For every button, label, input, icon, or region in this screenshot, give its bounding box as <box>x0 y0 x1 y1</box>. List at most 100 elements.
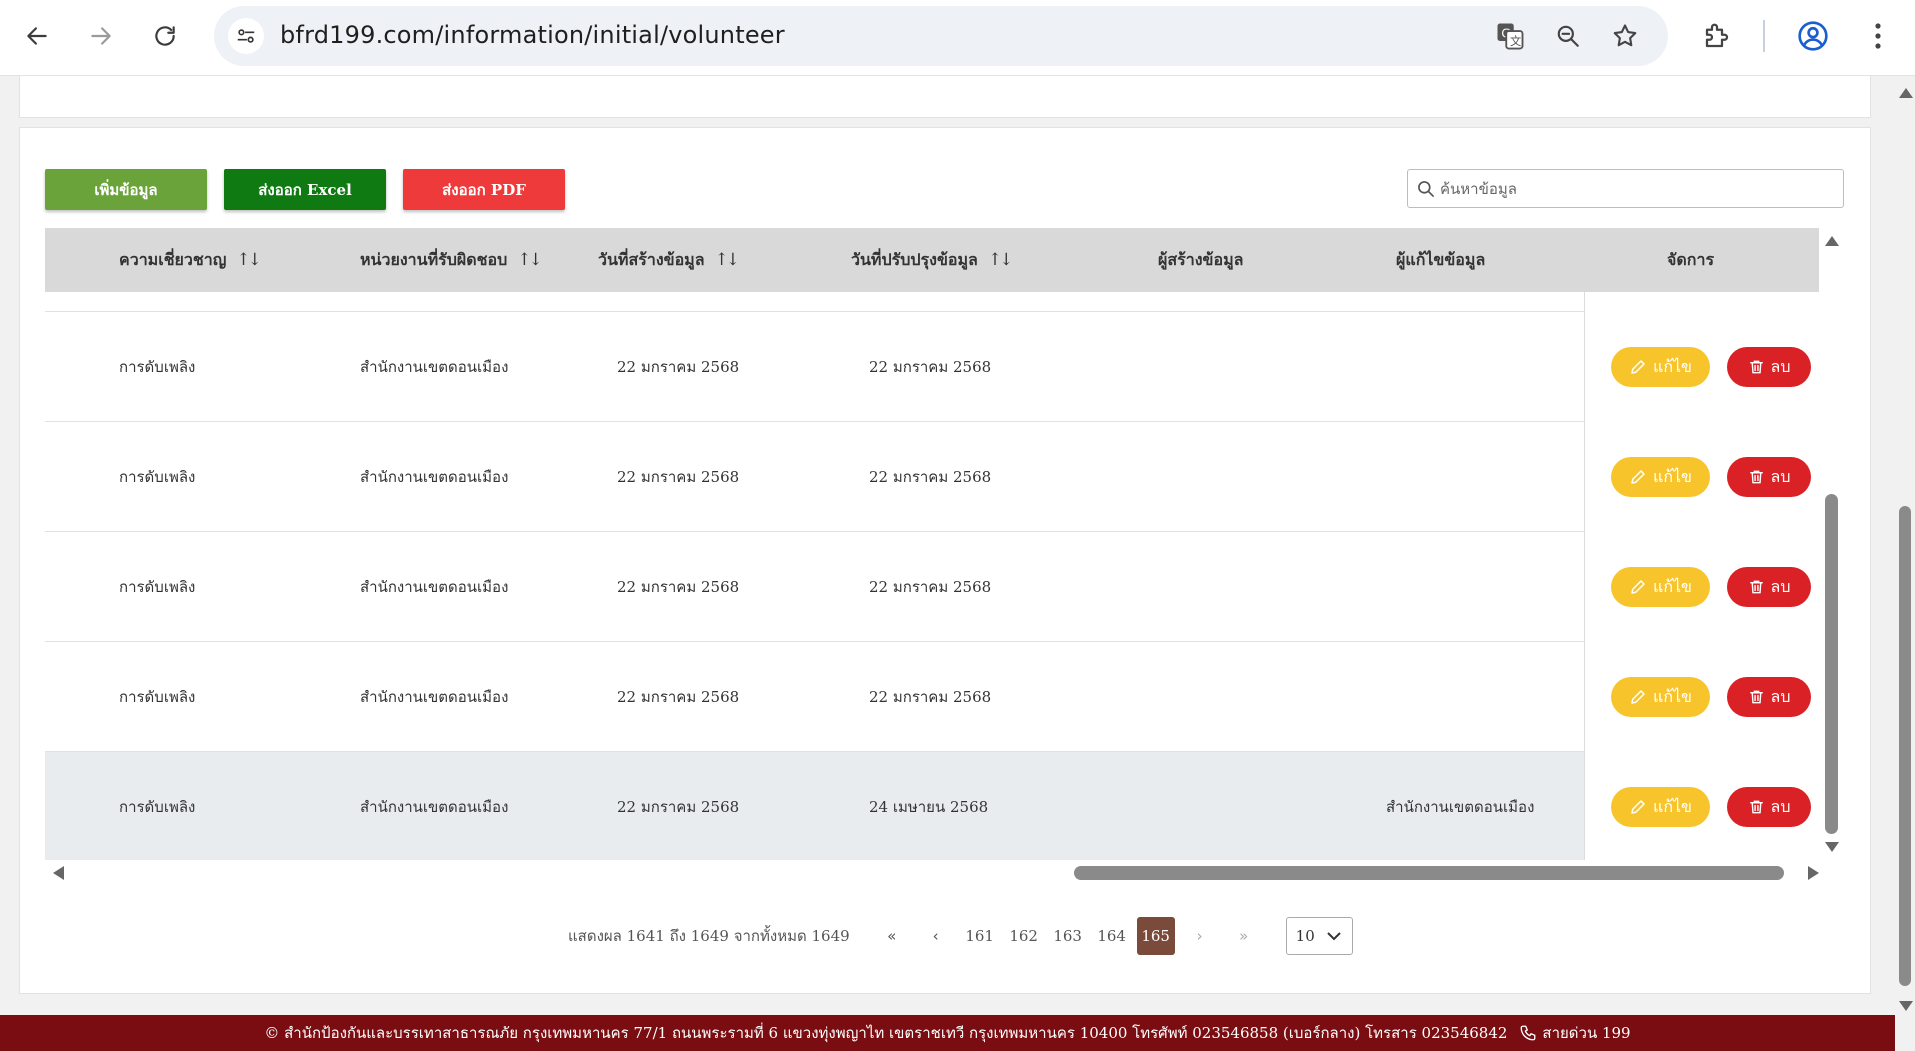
column-header-expertise[interactable]: ความเชี่ยวชาญ ↑↓ <box>119 228 262 292</box>
search-box <box>1407 169 1844 208</box>
trash-icon <box>1749 470 1763 484</box>
cell-agency: สำนักงานเขตดอนเมือง <box>360 798 509 816</box>
page-vertical-scrollbar[interactable] <box>1895 76 1915 1051</box>
cell-agency: สำนักงานเขตดอนเมือง <box>360 578 509 596</box>
scroll-left-arrow-icon[interactable] <box>53 866 64 880</box>
sort-icon[interactable]: ↑↓ <box>988 250 1013 270</box>
menu-kebab-icon[interactable] <box>1860 18 1896 54</box>
next-page-button[interactable]: › <box>1181 917 1219 955</box>
table-vertical-scrollbar[interactable] <box>1819 228 1843 860</box>
column-header-agency[interactable]: หน่วยงานที่รับผิดชอบ ↑↓ <box>360 228 543 292</box>
scroll-down-arrow-icon[interactable] <box>1899 1001 1913 1011</box>
sort-icon[interactable]: ↑↓ <box>715 250 740 270</box>
browser-toolbar: bfrd199.com/information/initial/voluntee… <box>0 0 1915 76</box>
table-horizontal-scrollbar[interactable] <box>45 861 1819 885</box>
sort-icon[interactable]: ↑↓ <box>236 250 261 270</box>
zoom-icon[interactable] <box>1552 20 1584 52</box>
scroll-up-arrow-icon[interactable] <box>1825 236 1839 246</box>
scroll-up-arrow-icon[interactable] <box>1899 88 1913 98</box>
translate-icon[interactable]: G文 <box>1494 20 1526 52</box>
phone-icon <box>1520 1025 1536 1041</box>
cell-actions: แก้ไข ลบ <box>1584 532 1819 642</box>
cell-editor: สำนักงานเขตดอนเมือง <box>1386 798 1535 816</box>
pencil-icon <box>1631 470 1645 484</box>
cell-updated-date: 24 เมษายน 2568 <box>869 798 989 816</box>
column-header-creator: ผู้สร้างข้อมูล <box>1158 249 1244 269</box>
bookmark-star-icon[interactable] <box>1609 20 1641 52</box>
column-header-editor: ผู้แก้ไขข้อมูล <box>1396 249 1486 269</box>
table-row: การดับเพลิง สำนักงานเขตดอนเมือง 22 มกราค… <box>45 642 1819 752</box>
export-pdf-button[interactable]: ส่งออก PDF <box>403 169 565 210</box>
trash-icon <box>1749 690 1763 704</box>
page-button-161[interactable]: 161 <box>961 917 999 955</box>
profile-icon[interactable] <box>1795 18 1831 54</box>
chevron-down-icon <box>1326 932 1341 941</box>
export-excel-button[interactable]: ส่งออก Excel <box>224 169 386 210</box>
cell-updated-date: 22 มกราคม 2568 <box>869 578 992 596</box>
scroll-thumb[interactable] <box>1074 866 1784 880</box>
add-data-button[interactable]: เพิ่มข้อมูล <box>45 169 207 210</box>
site-info-icon[interactable] <box>228 18 264 54</box>
data-card: เพิ่มข้อมูล ส่งออก Excel ส่งออก PDF ความ… <box>19 127 1871 994</box>
reload-icon[interactable] <box>145 16 185 56</box>
address-bar[interactable]: bfrd199.com/information/initial/voluntee… <box>214 6 1668 66</box>
cell-actions: แก้ไข ลบ <box>1584 422 1819 532</box>
page-content: เพิ่มข้อมูล ส่งออก Excel ส่งออก PDF ความ… <box>0 76 1895 1015</box>
edit-button[interactable]: แก้ไข <box>1611 677 1710 717</box>
delete-button[interactable]: ลบ <box>1727 347 1811 387</box>
table-header: ความเชี่ยวชาญ ↑↓ หน่วยงานที่รับผิดชอบ ↑↓ ว… <box>45 228 1819 292</box>
cell-agency: สำนักงานเขตดอนเมือง <box>360 468 509 486</box>
cell-expertise: การดับเพลิง <box>119 798 196 816</box>
edit-button[interactable]: แก้ไข <box>1611 457 1710 497</box>
column-header-created-date[interactable]: วันที่สร้างข้อมูล ↑↓ <box>598 228 740 292</box>
cell-created-date: 22 มกราคม 2568 <box>617 798 740 816</box>
cell-expertise: การดับเพลิง <box>119 358 196 376</box>
scroll-down-arrow-icon[interactable] <box>1825 842 1839 852</box>
scroll-right-arrow-icon[interactable] <box>1808 866 1819 880</box>
search-input[interactable] <box>1440 172 1830 205</box>
hotline-text[interactable]: สายด่วน 199 <box>1542 1021 1630 1045</box>
pencil-icon <box>1631 800 1645 814</box>
extensions-icon[interactable] <box>1699 18 1735 54</box>
url-text[interactable]: bfrd199.com/information/initial/voluntee… <box>280 21 785 49</box>
page-button-163[interactable]: 163 <box>1049 917 1087 955</box>
scroll-thumb[interactable] <box>1899 506 1911 986</box>
page-button-162[interactable]: 162 <box>1005 917 1043 955</box>
toolbar-separator <box>1763 20 1765 52</box>
footer-text: © สำนักป้องกันและบรรเทาสาธารณภัย กรุงเทพ… <box>264 1024 1508 1042</box>
edit-button[interactable]: แก้ไข <box>1611 347 1710 387</box>
data-table: ความเชี่ยวชาญ ↑↓ หน่วยงานที่รับผิดชอบ ↑↓ ว… <box>45 228 1819 860</box>
cell-actions: แก้ไข ลบ <box>1584 752 1819 860</box>
scroll-thumb[interactable] <box>1825 494 1838 834</box>
table-row: การดับเพลิง สำนักงานเขตดอนเมือง 22 มกราค… <box>45 422 1819 532</box>
table-row-partial <box>45 292 1819 312</box>
cell-expertise: การดับเพลิง <box>119 468 196 486</box>
edit-button[interactable]: แก้ไข <box>1611 567 1710 607</box>
trash-icon <box>1749 580 1763 594</box>
search-icon <box>1418 181 1434 197</box>
delete-button[interactable]: ลบ <box>1727 457 1811 497</box>
last-page-button[interactable]: » <box>1225 917 1263 955</box>
page-button-165-active[interactable]: 165 <box>1136 917 1175 955</box>
page-button-164[interactable]: 164 <box>1093 917 1131 955</box>
delete-button[interactable]: ลบ <box>1727 567 1811 607</box>
cell-created-date: 22 มกราคม 2568 <box>617 578 740 596</box>
prev-page-button[interactable]: ‹ <box>917 917 955 955</box>
pagination-info: แสดงผล 1641 ถึง 1649 จากทั้งหมด 1649 <box>568 927 850 945</box>
sort-icon[interactable]: ↑↓ <box>517 250 542 270</box>
page-size-select[interactable]: 10 <box>1285 917 1353 955</box>
back-icon[interactable] <box>17 16 57 56</box>
delete-button[interactable]: ลบ <box>1727 677 1811 717</box>
cell-updated-date: 22 มกราคม 2568 <box>869 688 992 706</box>
cell-expertise: การดับเพลิง <box>119 578 196 596</box>
forward-icon[interactable] <box>81 16 121 56</box>
table-row: การดับเพลิง สำนักงานเขตดอนเมือง 22 มกราค… <box>45 752 1819 860</box>
pagination: แสดงผล 1641 ถึง 1649 จากทั้งหมด 1649 « ‹… <box>568 916 1353 956</box>
column-header-updated-date[interactable]: วันที่ปรับปรุงข้อมูล ↑↓ <box>851 228 1013 292</box>
table-row: การดับเพลิง สำนักงานเขตดอนเมือง 22 มกราค… <box>45 312 1819 422</box>
delete-button[interactable]: ลบ <box>1727 787 1811 827</box>
pencil-icon <box>1631 580 1645 594</box>
filter-card <box>19 76 1871 118</box>
edit-button[interactable]: แก้ไข <box>1611 787 1710 827</box>
first-page-button[interactable]: « <box>873 917 911 955</box>
